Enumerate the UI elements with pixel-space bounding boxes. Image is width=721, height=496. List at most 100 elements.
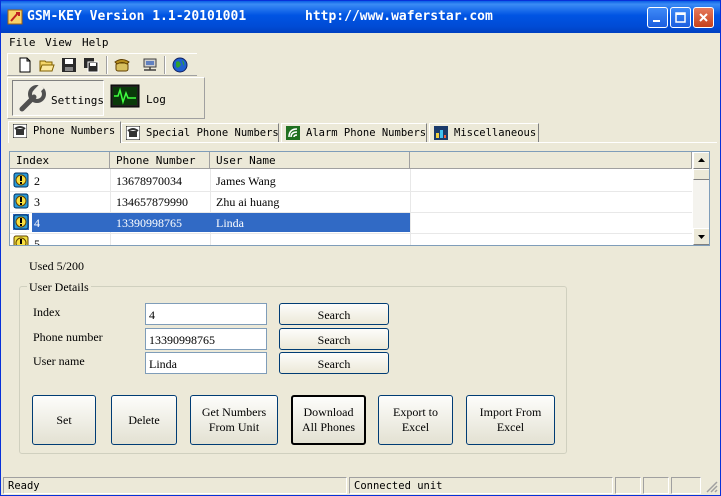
cell-phone: 13390998765 [116,216,182,230]
status-bar: Ready Connected unit [1,475,720,495]
delete-button-label: Delete [128,412,160,427]
table-row[interactable]: 3 134657879990 Zhu ai huang [10,191,692,212]
resize-grip-icon[interactable] [704,479,718,493]
connection-status: Connected unit [349,477,613,494]
used-count: Used 5/200 [29,259,84,273]
open-folder-icon[interactable] [39,57,55,73]
search-phone-button[interactable]: Search [279,328,389,350]
index-field[interactable]: 4 [145,303,267,325]
download-line2: All Phones [301,420,355,434]
tab-phone-numbers[interactable]: Phone Numbers [8,121,121,143]
column-header-user-name[interactable]: User Name [210,152,410,169]
menu-help[interactable]: Help [82,36,109,49]
user-name-label: User name [33,354,85,368]
app-key-icon [7,9,23,25]
export-line1: Export to [393,405,438,419]
import-excel-button[interactable]: Import From Excel [466,395,555,445]
tab-special-phone-numbers[interactable]: Special Phone Numbers [121,123,279,142]
user-entry-icon [13,214,29,230]
column-header-phone-number[interactable]: Phone Number [110,152,210,169]
phone-icon[interactable] [114,57,130,73]
import-line2: Excel [496,420,525,434]
save-all-icon[interactable] [83,57,99,73]
maximize-button[interactable] [670,7,691,28]
wrench-icon [19,84,46,112]
column-header-empty [410,152,692,169]
arrow-down-icon [698,235,705,239]
globe-icon[interactable] [172,57,188,73]
cell-index: 4 [34,216,40,230]
log-monitor-icon [110,84,140,108]
network-icon[interactable] [142,57,158,73]
save-icon[interactable] [61,57,77,73]
get-numbers-line2: From Unit [208,420,260,434]
user-details-title: User Details [27,280,91,295]
set-button[interactable]: Set [32,395,96,445]
close-button[interactable] [693,7,714,28]
close-icon [699,13,708,22]
cell-phone: 13678970034 [116,174,182,188]
window-url: http://www.waferstar.com [305,9,493,24]
phone-number-list[interactable]: Index Phone Number User Name 2 136789700… [9,151,710,246]
cell-name: James Wang [216,174,276,188]
new-file-icon[interactable] [17,57,33,73]
menu-file[interactable]: File [9,36,36,49]
view-toolbar: Settings Log [7,77,205,119]
get-numbers-button[interactable]: Get Numbers From Unit [190,395,278,445]
arrow-up-icon [698,158,705,162]
menu-bar: File View Help [1,33,720,52]
export-excel-button[interactable]: Export to Excel [378,395,453,445]
status-pane [615,477,641,494]
scroll-up-button[interactable] [693,152,709,169]
scroll-down-button[interactable] [693,228,709,245]
export-line2: Excel [401,420,430,434]
scroll-thumb[interactable] [693,169,709,180]
main-window: GSM-KEY Version 1.1-20101001 http://www.… [0,0,721,496]
user-entry-icon [13,235,29,245]
tab-alarm-phone-numbers[interactable]: Alarm Phone Numbers [281,123,427,142]
window-title: GSM-KEY Version 1.1-20101001 [27,9,247,24]
tab-miscellaneous[interactable]: Miscellaneous [429,123,539,142]
tab-label: Phone Numbers [33,125,116,137]
search-name-button[interactable]: Search [279,352,389,374]
misc-icon [434,126,448,140]
search-index-button[interactable]: Search [279,303,389,325]
toolbar-separator [106,56,108,74]
download-all-phones-button[interactable]: Download All Phones [291,395,366,445]
status-pane [643,477,669,494]
index-label: Index [33,305,61,319]
log-label: Log [146,93,166,106]
phone-number-label: Phone number [33,330,103,344]
table-row[interactable]: 4 13390998765 Linda [10,212,692,233]
download-label: Download All Phones [302,405,355,435]
phone-icon [13,124,27,138]
title-bar[interactable]: GSM-KEY Version 1.1-20101001 http://www.… [1,1,720,33]
cell-name: Zhu ai huang [216,195,280,209]
settings-button[interactable]: Settings [12,80,104,116]
log-button[interactable]: Log [108,80,178,116]
column-header-index[interactable]: Index [10,152,110,169]
cell-index: 2 [34,174,40,188]
maximize-icon [675,12,686,23]
delete-button[interactable]: Delete [111,395,177,445]
get-numbers-label: Get Numbers From Unit [202,405,266,435]
status-text: Ready [3,477,347,494]
tab-label: Miscellaneous [454,127,537,139]
minimize-button[interactable] [647,7,668,28]
menu-view[interactable]: View [45,36,72,49]
cell-index: 3 [34,195,40,209]
get-numbers-line1: Get Numbers [201,405,267,419]
user-entry-icon [13,172,29,188]
download-line1: Download [303,405,354,419]
cell-index: 5 [34,237,40,246]
user-name-field[interactable]: Linda [145,352,267,374]
export-label: Export to Excel [393,405,438,435]
phone-number-field[interactable]: 13390998765 [145,328,267,350]
table-row[interactable]: 5 [10,233,692,246]
minimize-icon [653,20,660,22]
list-scrollbar[interactable] [693,152,709,245]
table-row[interactable]: 2 13678970034 James Wang [10,170,692,191]
toolbar-separator [164,56,166,74]
toolbar [7,53,197,76]
list-header: Index Phone Number User Name [10,152,692,169]
